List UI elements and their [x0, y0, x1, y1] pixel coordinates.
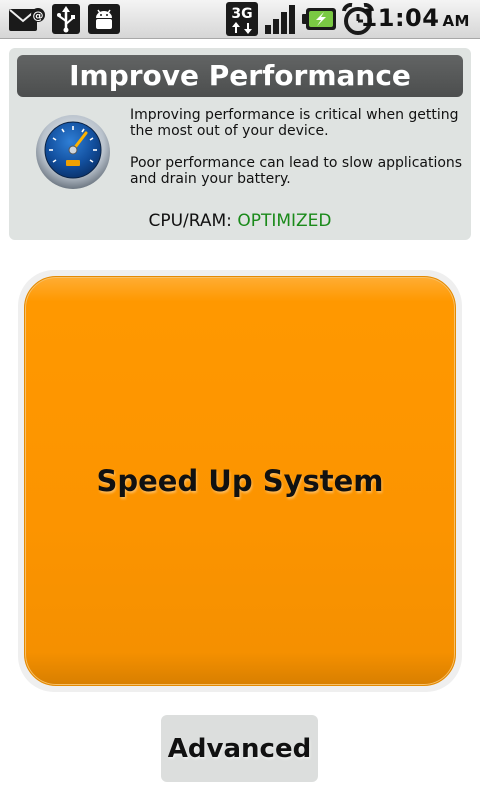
speed-up-system-button[interactable]: Speed Up System — [24, 276, 456, 686]
battery-charging-icon — [302, 6, 338, 36]
android-debug-icon — [88, 4, 120, 38]
advanced-label: Advanced — [167, 733, 312, 764]
mail-icon: @ — [8, 6, 46, 38]
description: Improving performance is critical when g… — [130, 107, 466, 203]
speed-up-system-label: Speed Up System — [96, 464, 384, 498]
cpu-ram-label: CPU/RAM: — [148, 211, 232, 231]
panel-title: Improve Performance — [17, 55, 463, 97]
description-paragraph-1: Improving performance is critical when g… — [130, 107, 459, 139]
cpu-ram-status-value: OPTIMIZED — [237, 211, 332, 231]
signal-icon — [264, 3, 298, 39]
3g-icon: 3G — [226, 2, 258, 40]
network-type-label: 3G — [231, 6, 252, 22]
clock-time: 11:04 AM — [361, 4, 470, 32]
advanced-button[interactable]: Advanced — [161, 715, 318, 782]
time-value: 11:04 — [360, 4, 440, 32]
info-panel: Improve Performance Improving performanc… — [9, 48, 471, 240]
svg-text:@: @ — [33, 9, 44, 22]
description-paragraph-2: Poor performance can lead to slow applic… — [130, 155, 463, 187]
cpu-ram-status: CPU/RAM: OPTIMIZED — [9, 211, 471, 231]
time-ampm: AM — [442, 12, 470, 30]
usb-icon — [52, 4, 80, 38]
status-bar: @ 3G 11:04 AM — [0, 0, 480, 39]
speedometer-icon — [33, 110, 113, 194]
